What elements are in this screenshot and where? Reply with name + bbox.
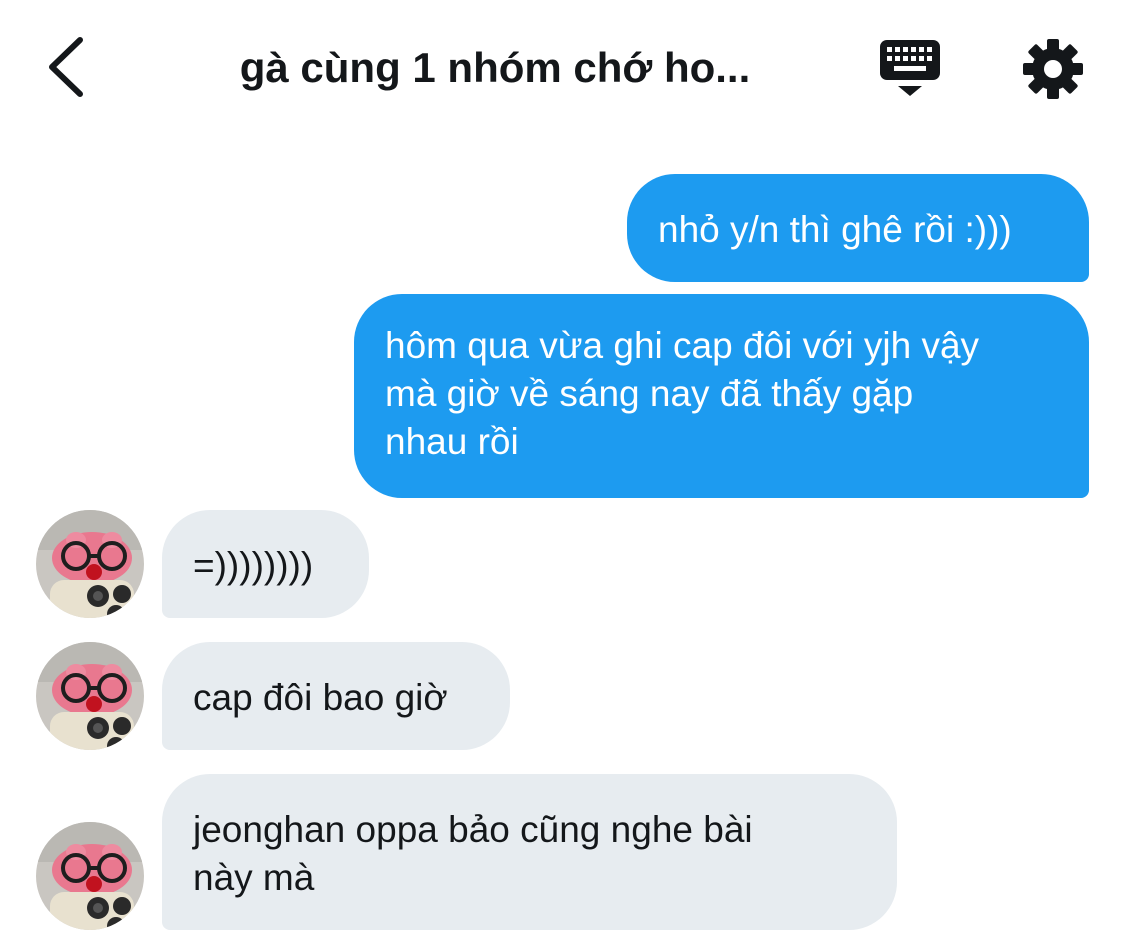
conversation-title[interactable]: gà cùng 1 nhóm chớ ho... xyxy=(170,40,820,96)
avatar[interactable] xyxy=(36,642,144,750)
gear-icon xyxy=(1023,39,1083,99)
message-text-line: này mà xyxy=(193,857,315,898)
message-bubble-incoming[interactable]: cap đôi bao giờ xyxy=(162,642,510,750)
message-text-line: nhau rồi xyxy=(385,421,519,462)
keyboard-button[interactable] xyxy=(874,36,946,102)
message-text: nhỏ y/n thì ghê rồi :))) xyxy=(658,209,1012,250)
chat-screen: gà cùng 1 nhóm chớ ho... nhỏ y/n thì ghê… xyxy=(0,0,1125,942)
settings-button[interactable] xyxy=(1018,34,1088,104)
message-bubble-incoming[interactable]: jeonghan oppa bảo cũng nghe bài này mà xyxy=(162,774,897,930)
message-bubble-outgoing[interactable]: hôm qua vừa ghi cap đôi với yjh vậy mà g… xyxy=(354,294,1089,498)
message-text-line: mà giờ về sáng nay đã thấy gặp xyxy=(385,373,914,414)
message-text: cap đôi bao giờ xyxy=(193,677,448,718)
keyboard-icon xyxy=(880,40,940,96)
pink-plush-avatar-image xyxy=(36,822,144,930)
chevron-left-icon xyxy=(49,37,83,97)
pink-plush-avatar-image xyxy=(36,510,144,618)
message-bubble-incoming[interactable]: =)))))))) xyxy=(162,510,369,618)
avatar[interactable] xyxy=(36,822,144,930)
message-bubble-outgoing[interactable]: nhỏ y/n thì ghê rồi :))) xyxy=(627,174,1089,282)
back-button[interactable] xyxy=(38,32,98,102)
pink-plush-avatar-image xyxy=(36,642,144,750)
chat-header: gà cùng 1 nhóm chớ ho... xyxy=(0,0,1125,135)
avatar[interactable] xyxy=(36,510,144,618)
message-text-line: jeonghan oppa bảo cũng nghe bài xyxy=(193,809,753,850)
message-text: =)))))))) xyxy=(193,545,314,586)
message-text-line: hôm qua vừa ghi cap đôi với yjh vậy xyxy=(385,325,980,366)
